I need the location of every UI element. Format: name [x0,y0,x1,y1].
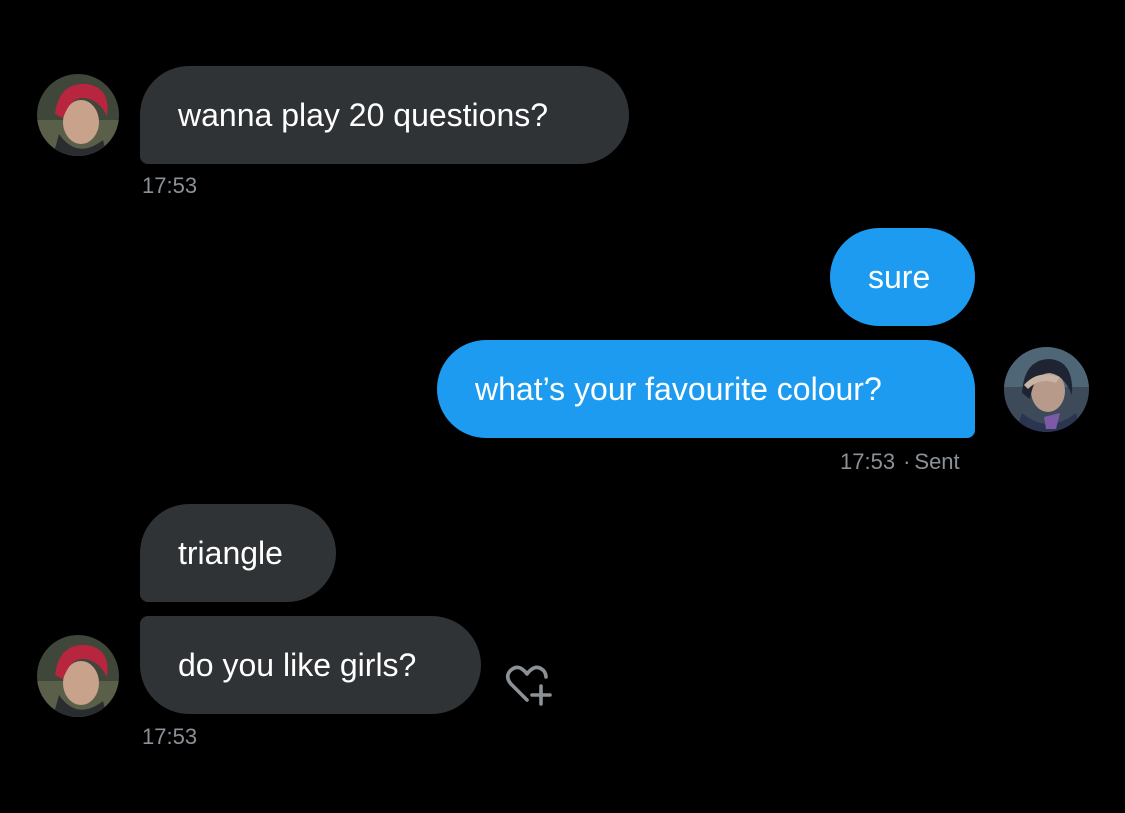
message-text: sure [868,259,931,295]
sent-status: Sent [914,449,960,474]
message-bubble-incoming[interactable]: triangle [140,504,336,602]
add-reaction-button[interactable] [500,660,554,714]
message-text: wanna play 20 questions? [178,97,549,133]
message-timestamp: 17:53 [142,175,197,197]
sender-avatar[interactable] [37,74,119,156]
message-bubble-incoming[interactable]: wanna play 20 questions? [140,66,629,164]
separator-dot: · [903,449,911,474]
message-status: 17:53 · Sent [840,451,960,473]
message-bubble-incoming[interactable]: do you like girls? [140,616,481,714]
message-bubble-outgoing[interactable]: sure [830,228,975,326]
timestamp-text: 17:53 [142,173,198,198]
timestamp-text: 17:53 [840,449,896,474]
message-text: what’s your favourite colour? [475,371,882,407]
timestamp-text: 17:53 [142,724,198,749]
message-text: triangle [178,535,283,571]
my-avatar[interactable] [1004,347,1089,432]
message-bubble-outgoing[interactable]: what’s your favourite colour? [437,340,975,438]
sender-avatar[interactable] [37,635,119,717]
message-timestamp: 17:53 [142,726,197,748]
heart-plus-icon [505,665,552,706]
message-text: do you like girls? [178,647,417,683]
